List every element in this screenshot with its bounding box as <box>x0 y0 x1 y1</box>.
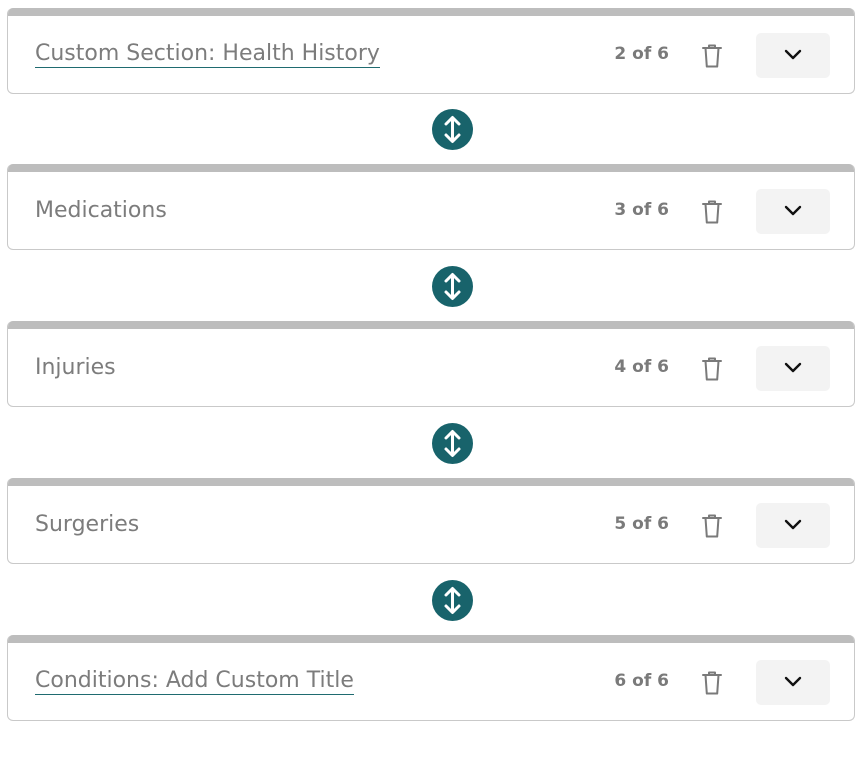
card-top-bar <box>8 635 854 643</box>
section-list: Custom Section: Health History 2 of 6 Me… <box>0 0 867 757</box>
section-title: Surgeries <box>35 512 140 537</box>
card-top-bar <box>8 478 854 486</box>
expand-button[interactable] <box>756 503 830 548</box>
swap-vertical-icon[interactable] <box>432 580 473 621</box>
chevron-down-icon <box>784 205 802 216</box>
trash-icon[interactable] <box>700 513 724 539</box>
section-position: 4 of 6 <box>614 357 669 377</box>
section-position: 5 of 6 <box>614 514 669 534</box>
card-top-bar <box>8 164 854 172</box>
trash-icon[interactable] <box>700 43 724 69</box>
card-top-bar <box>8 321 854 329</box>
section-position: 3 of 6 <box>614 200 669 220</box>
swap-vertical-icon[interactable] <box>432 423 473 464</box>
expand-button[interactable] <box>756 346 830 391</box>
section-card: Injuries 4 of 6 <box>7 321 855 407</box>
section-title: Injuries <box>35 355 116 380</box>
section-card: Medications 3 of 6 <box>7 164 855 250</box>
section-title: Medications <box>35 198 167 223</box>
expand-button[interactable] <box>756 33 830 78</box>
expand-button[interactable] <box>756 660 830 705</box>
chevron-down-icon <box>784 362 802 373</box>
chevron-down-icon <box>784 49 802 60</box>
section-position: 2 of 6 <box>614 44 669 64</box>
section-card: Custom Section: Health History 2 of 6 <box>7 8 855 94</box>
section-title[interactable]: Conditions: Add Custom Title <box>35 668 354 695</box>
expand-button[interactable] <box>756 189 830 234</box>
card-top-bar <box>8 8 854 16</box>
section-position: 6 of 6 <box>614 671 669 691</box>
trash-icon[interactable] <box>700 199 724 225</box>
trash-icon[interactable] <box>700 670 724 696</box>
section-card: Conditions: Add Custom Title 6 of 6 <box>7 635 855 721</box>
section-card: Surgeries 5 of 6 <box>7 478 855 564</box>
chevron-down-icon <box>784 519 802 530</box>
trash-icon[interactable] <box>700 356 724 382</box>
section-title[interactable]: Custom Section: Health History <box>35 41 380 68</box>
chevron-down-icon <box>784 676 802 687</box>
swap-vertical-icon[interactable] <box>432 109 473 150</box>
swap-vertical-icon[interactable] <box>432 266 473 307</box>
